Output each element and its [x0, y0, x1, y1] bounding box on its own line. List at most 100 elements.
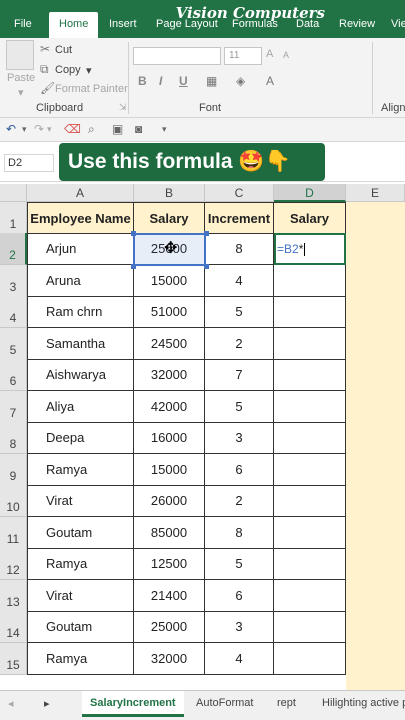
table-cell[interactable]: Deepa — [27, 422, 134, 454]
font-color-icon[interactable]: A — [266, 74, 274, 88]
table-cell[interactable]: 5 — [205, 391, 274, 423]
table-cell[interactable]: 3 — [205, 422, 274, 454]
table-cell[interactable]: 2 — [205, 328, 274, 360]
format-painter-button[interactable]: Format Painter — [55, 83, 128, 95]
table-cell[interactable] — [274, 359, 346, 391]
table-cell[interactable] — [274, 328, 346, 360]
table-cell[interactable]: 24500 — [134, 328, 205, 360]
table-header-cell[interactable]: Salary — [274, 202, 346, 234]
table-cell[interactable] — [274, 643, 346, 675]
row-header-15[interactable]: 15 — [0, 643, 27, 675]
table-cell[interactable]: Ramya — [27, 643, 134, 675]
tab-file[interactable]: File — [14, 18, 32, 30]
tab-home[interactable]: Home — [49, 12, 99, 38]
select-all-corner[interactable] — [0, 184, 27, 202]
table-cell[interactable]: 4 — [205, 265, 274, 297]
sheet-tab-hilighting-active[interactable]: Hilighting active p — [322, 697, 405, 709]
row-header-4[interactable]: 4 — [0, 296, 27, 328]
active-cell-d2[interactable]: =B2 * — [274, 233, 346, 265]
row-header-5[interactable]: 5 — [0, 328, 27, 360]
table-cell[interactable]: 3 — [205, 611, 274, 643]
clipboard-launcher-icon[interactable]: ⇲ — [119, 102, 127, 113]
column-header-e[interactable]: E — [346, 184, 405, 202]
table-cell[interactable]: 5 — [205, 296, 274, 328]
table-cell[interactable]: Samantha — [27, 328, 134, 360]
row-header-8[interactable]: 8 — [0, 422, 27, 454]
table-cell[interactable] — [274, 265, 346, 297]
row-header-12[interactable]: 12 — [0, 548, 27, 580]
undo-icon[interactable]: ↶ — [6, 122, 16, 136]
table-cell[interactable]: 26000 — [134, 485, 205, 517]
table-cell[interactable] — [274, 391, 346, 423]
italic-button[interactable]: I — [159, 74, 162, 88]
column-header-d[interactable]: D — [274, 184, 346, 202]
borders-icon[interactable]: ▦ — [206, 74, 217, 88]
customize-toolbar-icon[interactable]: ▾ — [162, 124, 167, 135]
print-preview-icon[interactable]: ⌕ — [88, 122, 95, 137]
table-cell[interactable]: Aruna — [27, 265, 134, 297]
paste-icon[interactable] — [6, 40, 34, 70]
selection-handle[interactable] — [131, 264, 136, 269]
table-cell[interactable]: Virat — [27, 580, 134, 612]
tab-review[interactable]: Review — [339, 18, 375, 30]
table-cell[interactable] — [274, 296, 346, 328]
column-header-c[interactable]: C — [205, 184, 274, 202]
cut-button[interactable]: Cut — [55, 44, 72, 56]
table-cell[interactable]: 6 — [205, 454, 274, 486]
table-cell[interactable]: Arjun — [27, 233, 134, 265]
eraser-icon[interactable]: ⌫ — [64, 122, 81, 136]
table-cell[interactable]: 21400 — [134, 580, 205, 612]
table-cell[interactable]: 32000 — [134, 359, 205, 391]
table-cell[interactable]: 25000 — [134, 611, 205, 643]
table-cell[interactable]: Aliya — [27, 391, 134, 423]
paste-dropdown-icon[interactable]: ▾ — [18, 86, 24, 99]
row-header-9[interactable]: 9 — [0, 454, 27, 486]
table-cell[interactable] — [274, 422, 346, 454]
underline-button[interactable]: U — [179, 74, 188, 88]
paste-button[interactable]: Paste — [7, 72, 35, 84]
table-cell[interactable]: 7 — [205, 359, 274, 391]
font-name-box[interactable] — [133, 47, 221, 65]
selection-handle[interactable] — [131, 231, 136, 236]
shrink-font-icon[interactable]: A — [283, 50, 289, 60]
copy-button[interactable]: Copy — [55, 64, 81, 76]
table-cell[interactable]: 51000 — [134, 296, 205, 328]
name-box[interactable]: D2 — [4, 154, 54, 172]
row-header-3[interactable]: 3 — [0, 265, 27, 297]
table-cell[interactable]: 8 — [205, 233, 274, 265]
copy-dropdown-icon[interactable]: ▾ — [86, 64, 92, 77]
bold-button[interactable]: B — [138, 74, 147, 88]
table-cell[interactable]: Goutam — [27, 517, 134, 549]
table-cell[interactable]: 85000 — [134, 517, 205, 549]
table-cell[interactable]: Ramya — [27, 454, 134, 486]
table-cell[interactable]: 16000 — [134, 422, 205, 454]
font-size-box[interactable]: 11 — [224, 47, 262, 65]
table-cell[interactable] — [274, 485, 346, 517]
row-header-1[interactable]: 1 — [0, 202, 27, 234]
table-header-cell[interactable]: Increment — [205, 202, 274, 234]
row-header-2[interactable]: 2 — [0, 233, 27, 265]
camera-icon[interactable]: ◙ — [135, 122, 142, 136]
table-cell[interactable]: 2 — [205, 485, 274, 517]
table-cell[interactable]: Ram chrn — [27, 296, 134, 328]
fill-color-icon[interactable]: ◈ — [236, 74, 245, 88]
table-cell[interactable]: Virat — [27, 485, 134, 517]
table-cell[interactable]: 12500 — [134, 548, 205, 580]
table-cell[interactable]: 15000 — [134, 454, 205, 486]
table-cell[interactable]: 32000 — [134, 643, 205, 675]
row-header-14[interactable]: 14 — [0, 611, 27, 643]
tab-view[interactable]: Vie — [391, 18, 405, 30]
column-header-b[interactable]: B — [134, 184, 205, 202]
table-cell[interactable]: Aishwarya — [27, 359, 134, 391]
table-cell[interactable] — [274, 454, 346, 486]
table-cell[interactable]: Goutam — [27, 611, 134, 643]
undo-dropdown-icon[interactable]: ▾ — [22, 124, 27, 135]
table-cell[interactable] — [274, 580, 346, 612]
redo-icon[interactable]: ↷ — [34, 122, 44, 136]
table-header-cell[interactable]: Salary — [134, 202, 205, 234]
table-header-cell[interactable]: Employee Name — [27, 202, 134, 234]
row-header-13[interactable]: 13 — [0, 580, 27, 612]
selection-handle[interactable] — [204, 264, 209, 269]
table-cell[interactable]: 4 — [205, 643, 274, 675]
table-cell[interactable] — [274, 611, 346, 643]
